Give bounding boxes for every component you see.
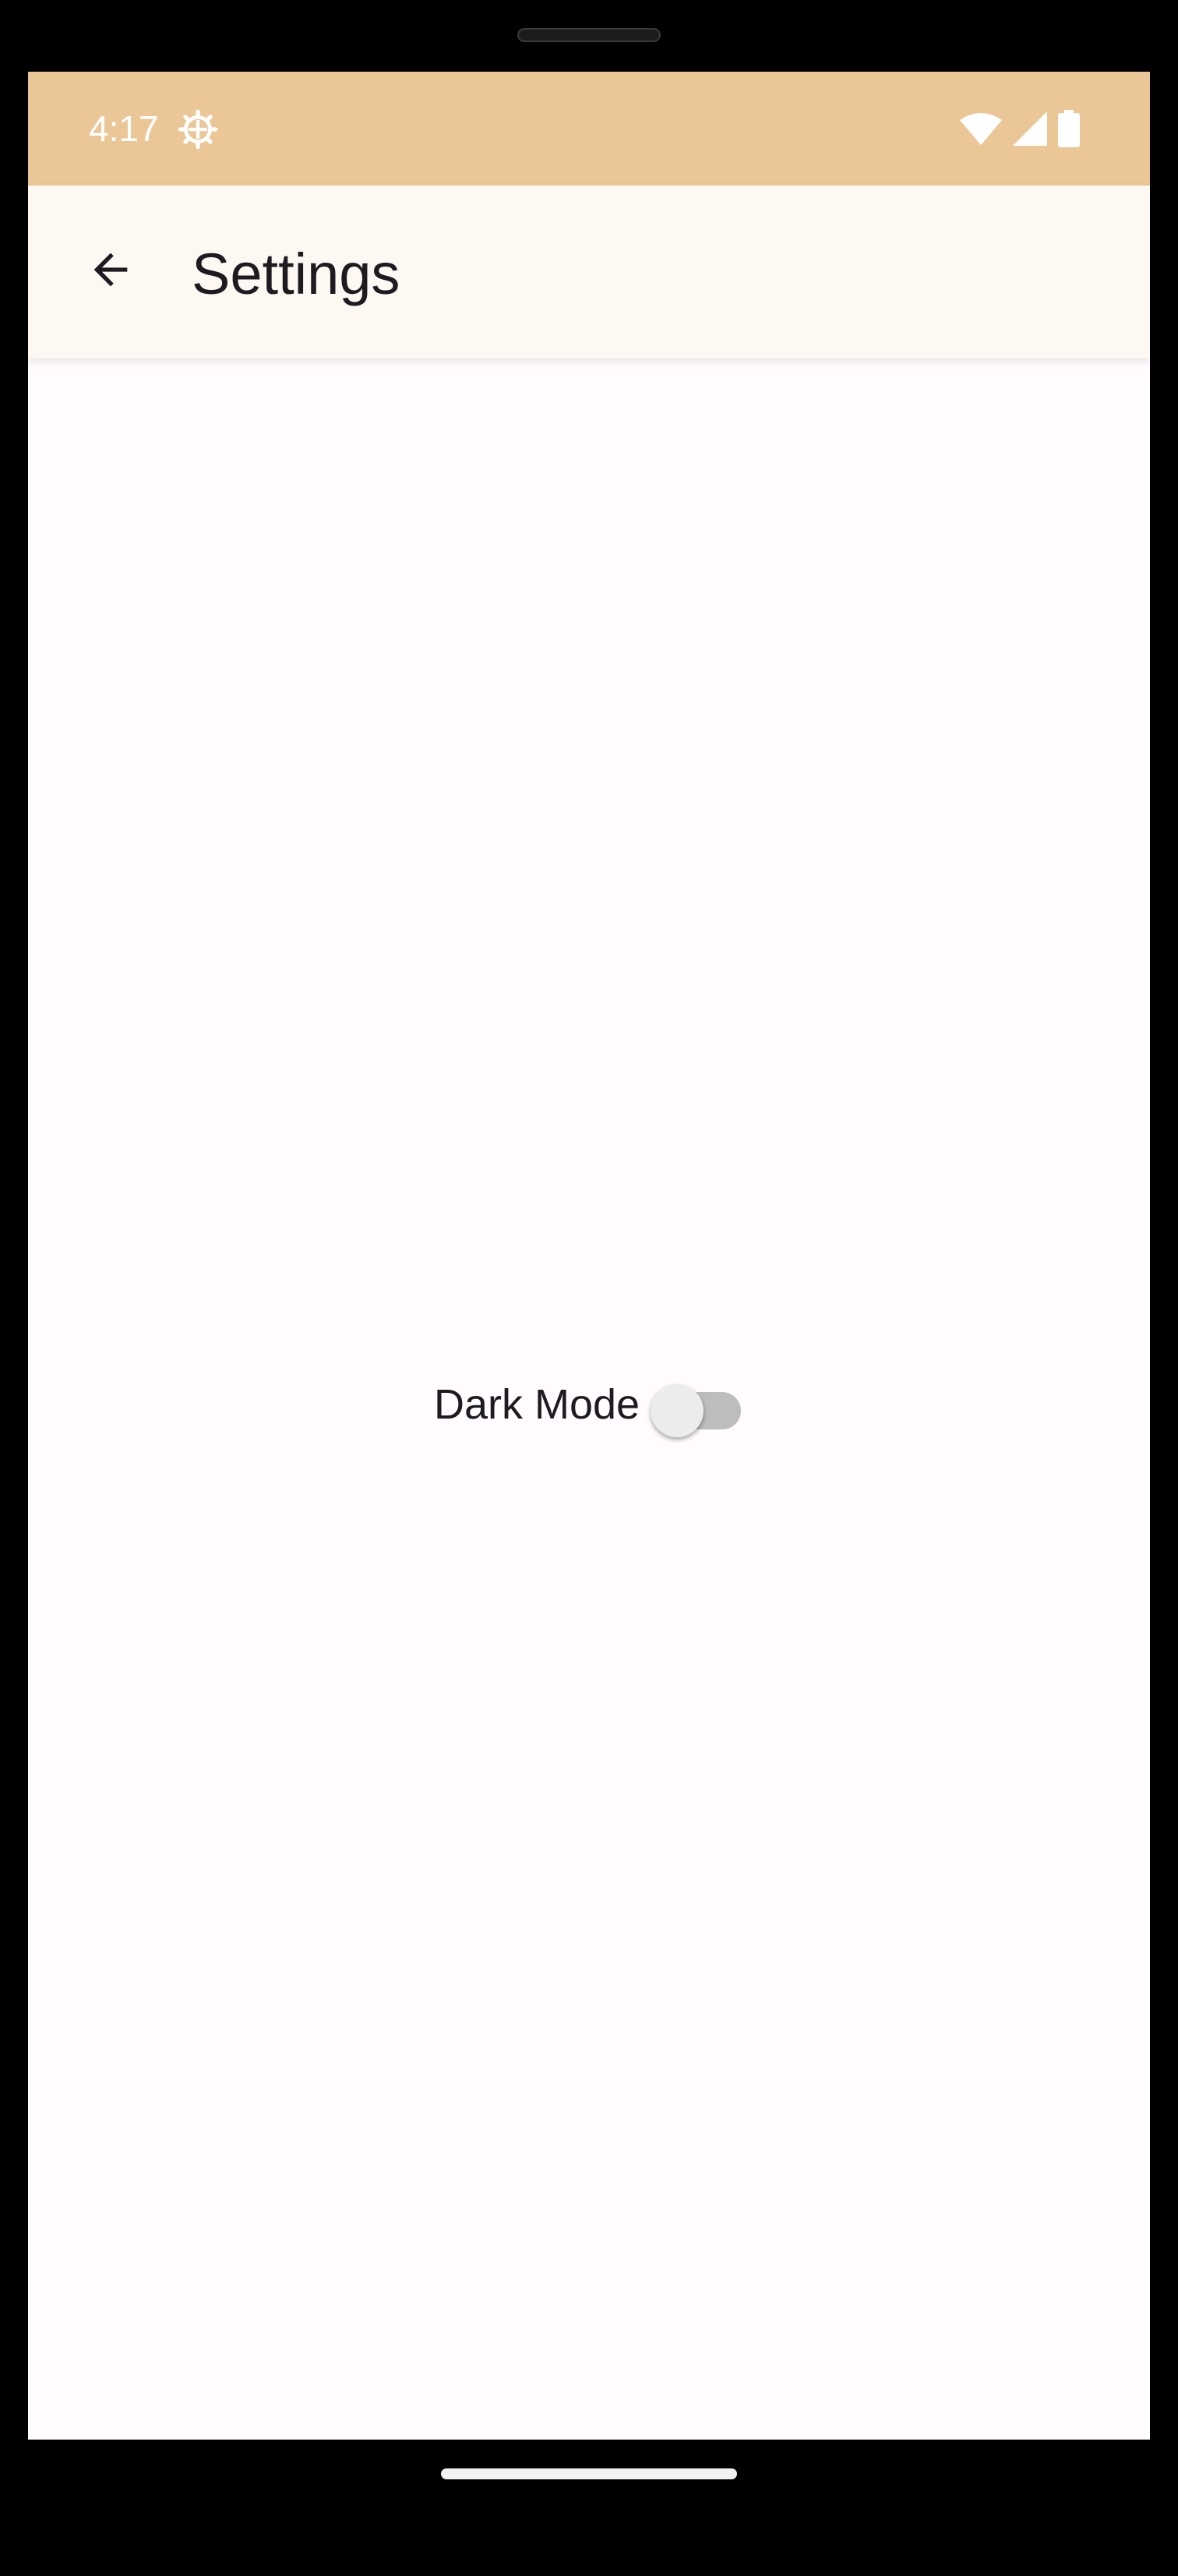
page-title: Settings xyxy=(192,242,400,306)
home-indicator[interactable] xyxy=(441,2468,737,2479)
screen: 4:17 Settings Dark Mode xyxy=(28,72,1150,2440)
settings-gear-icon xyxy=(178,109,218,150)
back-button[interactable] xyxy=(72,232,150,310)
wifi-icon xyxy=(960,112,1002,149)
switch-thumb xyxy=(651,1384,704,1437)
arrow-back-icon xyxy=(86,245,136,299)
status-time: 4:17 xyxy=(89,108,159,149)
status-icons xyxy=(960,109,1080,151)
dark-mode-switch[interactable] xyxy=(651,1373,744,1437)
dark-mode-setting-row: Dark Mode xyxy=(28,1362,1150,1447)
device-frame: 4:17 Settings Dark Mode xyxy=(0,0,1178,2576)
dark-mode-label: Dark Mode xyxy=(433,1381,640,1428)
status-bar: 4:17 xyxy=(28,72,1150,186)
app-bar: Settings xyxy=(28,186,1150,359)
battery-icon xyxy=(1058,109,1080,151)
gesture-navigation-bar xyxy=(0,2440,1178,2576)
cellular-signal-icon xyxy=(1013,111,1047,150)
earpiece-speaker xyxy=(517,28,661,42)
